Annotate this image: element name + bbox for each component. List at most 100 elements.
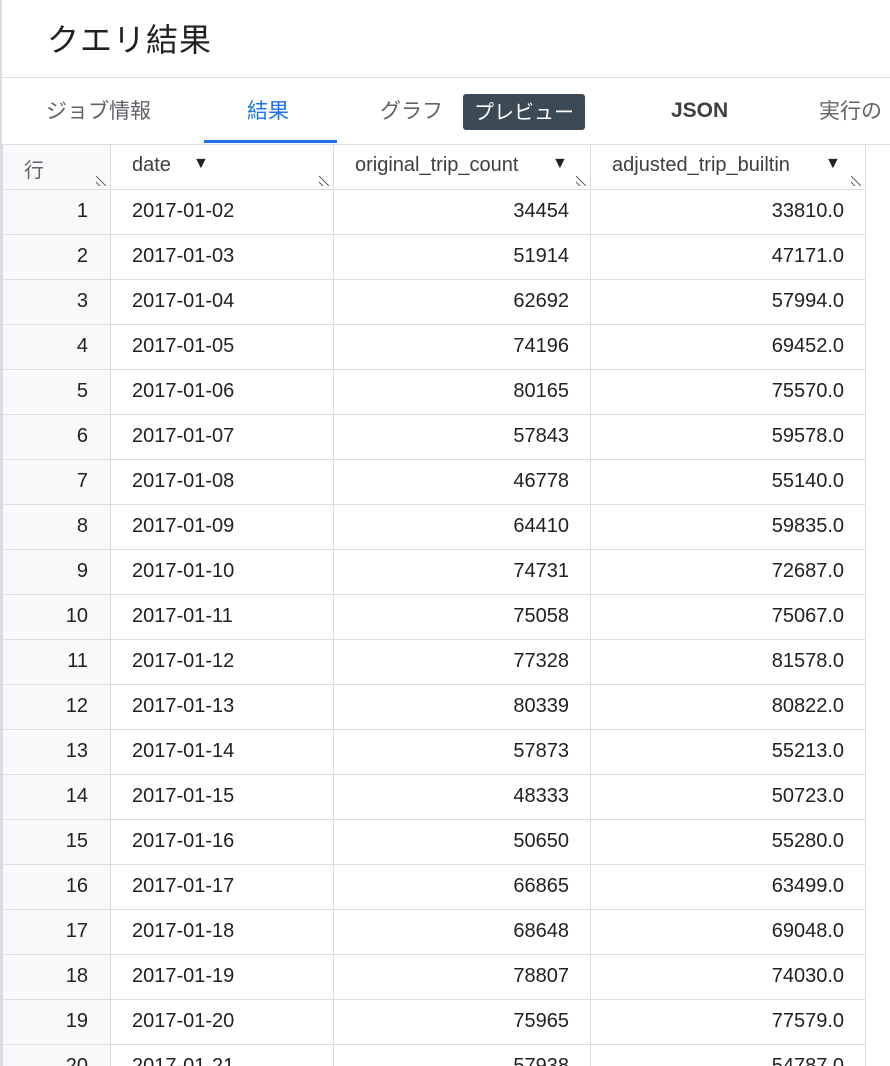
column-header-original-trip-count[interactable]: original_trip_count ▼ — [333, 145, 591, 190]
adjusted-trip-builtin-cell: 81578.0 — [590, 638, 866, 685]
table-row: 14 2017-01-15 48333 50723.0 — [2, 773, 866, 820]
date-cell: 2017-01-09 — [110, 503, 334, 550]
table-row: 18 2017-01-19 78807 74030.0 — [2, 953, 866, 1000]
original-trip-count-cell: 68648 — [333, 908, 591, 955]
resize-handle-icon[interactable] — [576, 175, 586, 186]
adjusted-trip-builtin-cell: 63499.0 — [590, 863, 866, 910]
original-trip-count-cell: 78807 — [333, 953, 591, 1000]
table-row: 3 2017-01-04 62692 57994.0 — [2, 278, 866, 325]
table-row: 9 2017-01-10 74731 72687.0 — [2, 548, 866, 595]
row-number-cell: 16 — [2, 863, 111, 910]
table-row: 15 2017-01-16 50650 55280.0 — [2, 818, 866, 865]
column-header-adjusted-trip-builtin[interactable]: adjusted_trip_builtin ▼ — [590, 145, 866, 190]
resize-handle-icon[interactable] — [96, 175, 106, 186]
date-cell: 2017-01-16 — [110, 818, 334, 865]
results-tabs: ジョブ情報 結果 グラフ プレビュー JSON 実行の — [2, 78, 890, 145]
results-grid: 行 date ▼ original_trip_count ▼ adjusted_… — [2, 145, 890, 1066]
table-row: 4 2017-01-05 74196 69452.0 — [2, 323, 866, 370]
adjusted-trip-builtin-cell: 55280.0 — [590, 818, 866, 865]
row-number-cell: 19 — [2, 998, 111, 1045]
original-trip-count-cell: 74731 — [333, 548, 591, 595]
row-number-cell: 9 — [2, 548, 111, 595]
resize-handle-icon[interactable] — [851, 175, 861, 186]
date-cell: 2017-01-18 — [110, 908, 334, 955]
table-row: 7 2017-01-08 46778 55140.0 — [2, 458, 866, 505]
date-cell: 2017-01-17 — [110, 863, 334, 910]
table-row: 1 2017-01-02 34454 33810.0 — [2, 188, 866, 235]
original-trip-count-cell: 57843 — [333, 413, 591, 460]
date-cell: 2017-01-21 — [110, 1043, 334, 1066]
table-header-row: 行 date ▼ original_trip_count ▼ adjusted_… — [2, 145, 866, 190]
row-number-cell: 15 — [2, 818, 111, 865]
adjusted-trip-builtin-cell: 57994.0 — [590, 278, 866, 325]
tab-chart[interactable]: グラフ — [380, 78, 443, 144]
original-trip-count-cell: 51914 — [333, 233, 591, 280]
original-trip-count-cell: 57873 — [333, 728, 591, 775]
row-number-cell: 13 — [2, 728, 111, 775]
table-row: 13 2017-01-14 57873 55213.0 — [2, 728, 866, 775]
row-number-cell: 8 — [2, 503, 111, 550]
adjusted-trip-builtin-cell: 77579.0 — [590, 998, 866, 1045]
tab-job-info[interactable]: ジョブ情報 — [46, 78, 151, 144]
row-number-cell: 11 — [2, 638, 111, 685]
original-trip-count-cell: 34454 — [333, 188, 591, 235]
original-trip-count-cell: 57938 — [333, 1043, 591, 1066]
date-cell: 2017-01-12 — [110, 638, 334, 685]
table-row: 16 2017-01-17 66865 63499.0 — [2, 863, 866, 910]
row-number-cell: 6 — [2, 413, 111, 460]
original-trip-count-cell: 74196 — [333, 323, 591, 370]
date-cell: 2017-01-07 — [110, 413, 334, 460]
adjusted-trip-builtin-cell: 74030.0 — [590, 953, 866, 1000]
page-title: クエリ結果 — [47, 21, 213, 59]
tab-execution[interactable]: 実行の — [819, 78, 882, 144]
resize-handle-icon[interactable] — [319, 175, 329, 186]
date-cell: 2017-01-08 — [110, 458, 334, 505]
tab-json[interactable]: JSON — [671, 78, 728, 144]
table-row: 11 2017-01-12 77328 81578.0 — [2, 638, 866, 685]
row-number-cell: 12 — [2, 683, 111, 730]
date-cell: 2017-01-13 — [110, 683, 334, 730]
table-row: 8 2017-01-09 64410 59835.0 — [2, 503, 866, 550]
column-header-row-number: 行 — [2, 145, 111, 190]
column-header-date[interactable]: date ▼ — [110, 145, 334, 190]
date-cell: 2017-01-19 — [110, 953, 334, 1000]
adjusted-trip-builtin-cell: 55213.0 — [590, 728, 866, 775]
row-number-cell: 5 — [2, 368, 111, 415]
table-row: 5 2017-01-06 80165 75570.0 — [2, 368, 866, 415]
row-number-cell: 18 — [2, 953, 111, 1000]
original-trip-count-cell: 80165 — [333, 368, 591, 415]
original-trip-count-cell: 50650 — [333, 818, 591, 865]
date-cell: 2017-01-06 — [110, 368, 334, 415]
tab-results[interactable]: 結果 — [247, 78, 289, 144]
adjusted-trip-builtin-cell: 75067.0 — [590, 593, 866, 640]
caret-down-icon[interactable]: ▼ — [825, 155, 841, 173]
date-cell: 2017-01-11 — [110, 593, 334, 640]
caret-down-icon[interactable]: ▼ — [552, 155, 568, 173]
row-number-cell: 2 — [2, 233, 111, 280]
preview-badge: プレビュー — [463, 94, 585, 130]
table-row: 17 2017-01-18 68648 69048.0 — [2, 908, 866, 955]
adjusted-trip-builtin-cell: 33810.0 — [590, 188, 866, 235]
original-trip-count-cell: 80339 — [333, 683, 591, 730]
date-cell: 2017-01-05 — [110, 323, 334, 370]
adjusted-trip-builtin-cell: 55140.0 — [590, 458, 866, 505]
original-trip-count-cell: 75965 — [333, 998, 591, 1045]
date-cell: 2017-01-20 — [110, 998, 334, 1045]
date-cell: 2017-01-04 — [110, 278, 334, 325]
table-row: 2 2017-01-03 51914 47171.0 — [2, 233, 866, 280]
active-tab-indicator — [204, 140, 337, 143]
adjusted-trip-builtin-cell: 47171.0 — [590, 233, 866, 280]
row-number-cell: 3 — [2, 278, 111, 325]
table-row: 19 2017-01-20 75965 77579.0 — [2, 998, 866, 1045]
caret-down-icon[interactable]: ▼ — [193, 155, 209, 173]
adjusted-trip-builtin-cell: 59835.0 — [590, 503, 866, 550]
table-body: 1 2017-01-02 34454 33810.0 2 2017-01-03 51914 4… — [2, 188, 866, 1066]
adjusted-trip-builtin-cell: 80822.0 — [590, 683, 866, 730]
table-row: 202017-01-215793854787.0 — [2, 1043, 866, 1066]
original-trip-count-cell: 75058 — [333, 593, 591, 640]
row-number-cell: 10 — [2, 593, 111, 640]
adjusted-trip-builtin-cell: 59578.0 — [590, 413, 866, 460]
adjusted-trip-builtin-cell: 69048.0 — [590, 908, 866, 955]
original-trip-count-cell: 62692 — [333, 278, 591, 325]
row-number-cell: 7 — [2, 458, 111, 505]
